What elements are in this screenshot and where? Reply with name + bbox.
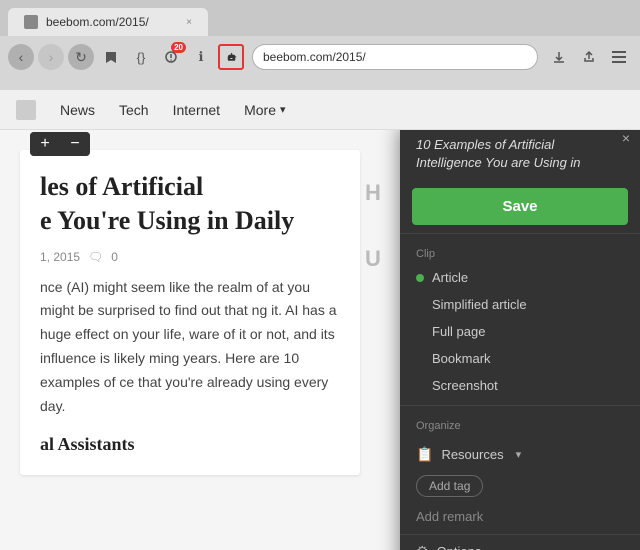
evernote-button[interactable] xyxy=(218,44,244,70)
article-date: 1, 2015 🗨 0 xyxy=(40,250,340,264)
page-content: + − les of Artificial e You're Using in … xyxy=(0,130,640,550)
clip-bookmark-label: Bookmark xyxy=(432,351,491,366)
organize-section: 📋 Resources ▾ Add tag Add remark xyxy=(400,436,640,534)
divider-2 xyxy=(400,405,640,406)
article-body: nce (AI) might seem like the realm of at… xyxy=(40,276,340,419)
clip-section-label: Clip xyxy=(400,240,640,264)
resources-chevron-icon: ▾ xyxy=(516,448,522,461)
options-row[interactable]: ⚙ Options xyxy=(400,534,640,550)
organize-section-label: Organize xyxy=(400,412,640,436)
save-button[interactable]: Save xyxy=(412,188,628,225)
notifications-button[interactable]: 20 xyxy=(158,44,184,70)
tab-favicon xyxy=(24,15,38,29)
info-button[interactable]: ℹ xyxy=(188,44,214,70)
refresh-button[interactable]: ↻ xyxy=(68,44,94,70)
clip-fullpage-option[interactable]: Full page xyxy=(400,318,640,345)
forward-button[interactable]: › xyxy=(38,44,64,70)
devtools-button[interactable]: {} xyxy=(128,44,154,70)
clip-article-option[interactable]: Article xyxy=(400,264,640,291)
tab-bar: beebom.com/2015/ × xyxy=(0,0,640,36)
browser-tab[interactable]: beebom.com/2015/ × xyxy=(8,8,208,36)
menu-button[interactable] xyxy=(606,44,632,70)
clip-article-label: Article xyxy=(432,270,468,285)
share-button[interactable] xyxy=(576,44,602,70)
right-content-peek: H U xyxy=(365,180,385,272)
clip-fullpage-label: Full page xyxy=(432,324,485,339)
popup-title: 10 Examples of Artificial Intelligence Y… xyxy=(400,130,620,180)
article-title: les of Artificial e You're Using in Dail… xyxy=(40,170,340,238)
clip-screenshot-option[interactable]: Screenshot xyxy=(400,372,640,399)
resources-label: Resources xyxy=(441,447,503,462)
add-tag-button[interactable]: Add tag xyxy=(416,475,483,497)
clip-screenshot-label: Screenshot xyxy=(432,378,498,393)
empty-dot-4 xyxy=(416,382,424,390)
options-label: Options xyxy=(437,544,482,550)
comment-icon: 🗨 xyxy=(88,250,103,264)
browser-chrome: beebom.com/2015/ × ‹ › ↻ {} 20 xyxy=(0,0,640,90)
zoom-in-button[interactable]: + xyxy=(30,132,60,156)
divider-1 xyxy=(400,233,640,234)
download-button[interactable] xyxy=(546,44,572,70)
clip-simplified-label: Simplified article xyxy=(432,297,527,312)
article-card: + − les of Artificial e You're Using in … xyxy=(20,150,360,475)
active-dot xyxy=(416,274,424,282)
clip-simplified-option[interactable]: Simplified article xyxy=(400,291,640,318)
popup-close-button[interactable]: × xyxy=(622,130,630,146)
clip-bookmark-option[interactable]: Bookmark xyxy=(400,345,640,372)
zoom-controls: + − xyxy=(30,132,90,156)
tab-close-button[interactable]: × xyxy=(186,17,192,28)
empty-dot-3 xyxy=(416,355,424,363)
back-button[interactable]: ‹ xyxy=(8,44,34,70)
empty-dot-2 xyxy=(416,328,424,336)
notification-badge: 20 xyxy=(171,42,186,53)
evernote-popup: × 10 Examples of Artificial Intelligence… xyxy=(400,130,640,550)
url-bar[interactable] xyxy=(252,44,538,70)
resources-row[interactable]: 📋 Resources ▾ xyxy=(400,440,640,469)
notebook-icon: 📋 xyxy=(416,446,433,463)
article-subheading: al Assistants xyxy=(40,434,340,455)
add-remark-button[interactable]: Add remark xyxy=(400,503,640,530)
nav-tech[interactable]: Tech xyxy=(119,102,149,118)
nav-more[interactable]: More ▾ xyxy=(244,102,285,118)
gear-icon: ⚙ xyxy=(416,543,429,550)
toolbar: ‹ › ↻ {} 20 ℹ xyxy=(0,36,640,78)
bookmarks-button[interactable] xyxy=(98,44,124,70)
chevron-down-icon: ▾ xyxy=(280,103,286,116)
site-logo xyxy=(16,100,36,120)
nav-news[interactable]: News xyxy=(60,102,95,118)
site-nav: News Tech Internet More ▾ xyxy=(0,90,640,130)
zoom-out-button[interactable]: − xyxy=(60,132,90,156)
empty-dot xyxy=(416,301,424,309)
nav-internet[interactable]: Internet xyxy=(173,102,220,118)
tab-title: beebom.com/2015/ xyxy=(46,15,149,29)
